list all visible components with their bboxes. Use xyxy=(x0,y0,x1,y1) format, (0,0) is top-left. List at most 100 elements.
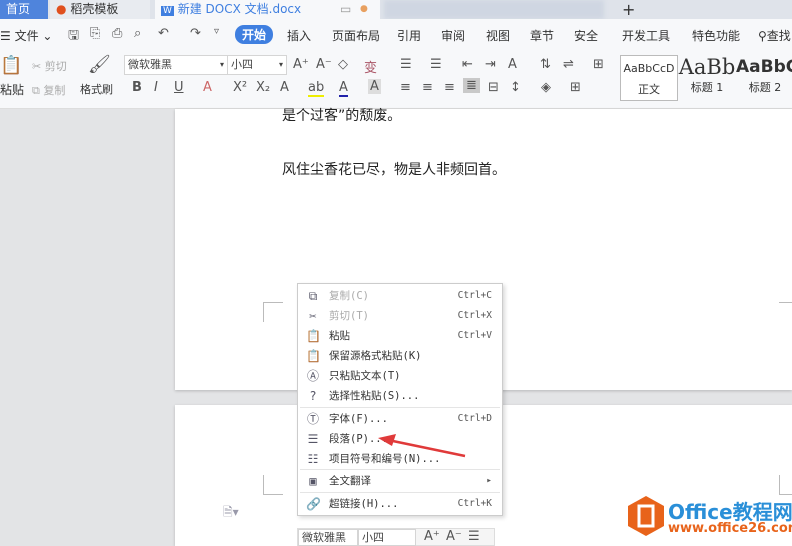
new-tab-button[interactable]: + xyxy=(616,0,635,19)
menu-item-label: 保留源格式粘贴(K) xyxy=(329,350,422,362)
font-value: 微软雅黑 xyxy=(128,58,172,71)
table-icon[interactable]: ⊞ xyxy=(593,57,604,72)
export-icon[interactable]: ⎘ xyxy=(90,26,100,41)
file-menu[interactable]: ☰ 文件 ⌄ xyxy=(0,27,52,44)
translate-icon: ▣ xyxy=(309,474,317,488)
context-menu-item[interactable]: Ⓣ 字体(F)... Ctrl+D xyxy=(298,409,502,429)
align-center-icon[interactable]: ≡ xyxy=(422,80,433,95)
line-spacing-icon[interactable]: ↕ xyxy=(510,80,521,95)
menu-item-shortcut: Ctrl+V xyxy=(457,330,492,341)
highlight-icon[interactable]: ab xyxy=(308,80,325,97)
bold-icon[interactable]: B xyxy=(132,80,142,95)
shrink-font-icon[interactable]: A⁻ xyxy=(316,57,332,72)
tab-blurred[interactable] xyxy=(384,0,604,19)
copy-icon: ⧉ xyxy=(308,289,318,303)
tab-special-features[interactable]: 特色功能 xyxy=(692,27,740,44)
tab-review[interactable]: 审阅 xyxy=(441,27,465,44)
tab-template[interactable]: ● 稻壳模板 xyxy=(50,0,150,19)
tab-references[interactable]: 引用 xyxy=(397,27,421,44)
numbering-icon[interactable]: ☰ xyxy=(430,57,442,72)
paragraph-text[interactable]: 是个过客”的颓废。 xyxy=(282,105,401,125)
grow-font-icon[interactable]: A⁺ xyxy=(424,529,440,544)
save-icon[interactable]: 🖫 xyxy=(68,26,79,48)
page-options-icon[interactable]: 🗎▾ xyxy=(223,503,239,524)
context-menu-item[interactable]: ▣ 全文翻译 ▸ xyxy=(298,471,502,491)
file-label: 文件 xyxy=(14,29,39,43)
bullets-icon[interactable]: ☰ xyxy=(400,57,412,72)
margin-corner-mark xyxy=(779,302,792,322)
search-button[interactable]: ⚲查找 xyxy=(758,27,791,44)
tab-chapter[interactable]: 章节 xyxy=(530,27,554,44)
tab-home-ribbon[interactable]: 开始 xyxy=(235,25,274,44)
style-heading-2[interactable]: AaBbC 标题 2 xyxy=(736,55,792,101)
paragraph-text[interactable]: 风住尘香花已尽，物是人非频回首。 xyxy=(282,159,506,179)
underline-icon[interactable]: U xyxy=(174,80,184,95)
grow-font-icon[interactable]: A⁺ xyxy=(293,57,309,72)
tab-developer[interactable]: 开发工具 xyxy=(622,27,670,44)
redo-icon[interactable]: ↷ xyxy=(190,26,201,41)
superscript-icon[interactable]: X² xyxy=(233,80,247,95)
tab-home[interactable]: 首页 xyxy=(0,0,48,19)
align-left-icon[interactable]: ≡ xyxy=(400,80,411,95)
margin-corner-mark xyxy=(263,475,283,495)
print-preview-icon[interactable]: ⌕ xyxy=(134,26,141,41)
context-menu-item[interactable]: 🔗 超链接(H)... Ctrl+K xyxy=(298,494,502,514)
strikethrough-icon[interactable]: A xyxy=(203,80,212,95)
align-right-icon[interactable]: ≡ xyxy=(444,80,455,95)
distributed-icon[interactable]: ⊟ xyxy=(488,80,499,95)
sort-icon[interactable]: ⇅ xyxy=(540,57,551,72)
mini-size-select[interactable]: 小四 xyxy=(358,529,416,546)
clear-format-icon[interactable]: ◇ xyxy=(338,57,348,72)
menu-item-label: 全文翻译 xyxy=(329,475,371,487)
subscript-icon[interactable]: X₂ xyxy=(256,80,270,95)
shading-icon[interactable]: ◈ xyxy=(541,80,551,95)
char-shading-icon[interactable]: A xyxy=(368,79,381,94)
font-color-icon[interactable]: A xyxy=(339,80,348,97)
paste-icon[interactable]: 📋 xyxy=(0,55,22,76)
increase-indent-icon[interactable]: ⇥ xyxy=(485,57,496,72)
context-menu-item[interactable]: ⧉ 复制(C) Ctrl+C xyxy=(298,286,502,306)
format-painter-button[interactable]: 格式刷 xyxy=(80,81,113,97)
font-family-select[interactable]: 微软雅黑 ▾ xyxy=(124,55,228,75)
show-marks-icon[interactable]: ⇌ xyxy=(563,57,574,72)
context-menu-item[interactable]: Ⓐ 只粘贴文本(T) xyxy=(298,366,502,386)
line-spacing-icon[interactable]: ☰ xyxy=(468,529,480,544)
tab-view[interactable]: 视图 xyxy=(486,27,510,44)
search-label: 查找 xyxy=(766,29,791,43)
mini-font-select[interactable]: 微软雅黑 xyxy=(298,529,358,546)
decrease-indent-icon[interactable]: ⇤ xyxy=(462,57,473,72)
font-size-select[interactable]: 小四 ▾ xyxy=(227,55,287,75)
style-normal[interactable]: AaBbCcD 正文 xyxy=(620,55,678,101)
quick-access-dropdown-icon[interactable]: ▿ xyxy=(214,26,219,37)
print-icon[interactable]: ⎙ xyxy=(112,26,122,41)
menu-item-label: 剪切(T) xyxy=(329,310,369,322)
chinese-layout-icon[interactable]: A xyxy=(508,57,517,72)
cut-button[interactable]: ✂ 剪切 xyxy=(32,58,67,74)
phonetic-icon[interactable]: 变 xyxy=(364,57,377,76)
borders-icon[interactable]: ⊞ xyxy=(570,80,581,95)
tab-page-layout[interactable]: 页面布局 xyxy=(332,27,380,44)
text-effect-icon[interactable]: A xyxy=(280,80,289,95)
context-menu-item[interactable]: 📋 粘贴 Ctrl+V xyxy=(298,326,502,346)
tab-bar: 首页 ● 稻壳模板 W 新建 DOCX 文档.docx ▭ ● + xyxy=(0,0,792,19)
paragraph-icon: ☰ xyxy=(307,432,319,446)
context-menu-item[interactable]: ? 选择性粘贴(S)... xyxy=(298,386,502,406)
context-menu-item[interactable]: ✂ 剪切(T) Ctrl+X xyxy=(298,306,502,326)
watermark-url: www.office26.com xyxy=(668,521,792,536)
tab-document[interactable]: W 新建 DOCX 文档.docx ▭ ● xyxy=(155,0,380,19)
copy-button[interactable]: ⧉ 复制 xyxy=(32,82,65,98)
font-value: 微软雅黑 xyxy=(302,531,346,544)
context-menu-item[interactable]: 📋 保留源格式粘贴(K) xyxy=(298,346,502,366)
undo-icon[interactable]: ↶ xyxy=(158,26,169,41)
style-heading-1[interactable]: AaBb 标题 1 xyxy=(678,55,736,101)
menu-bar: ☰ 文件 ⌄ 🖫 ⎘ ⎙ ⌕ ↶ ↷ ▿ 开始 插入 页面布局 引用 审阅 视图… xyxy=(0,19,792,51)
justify-icon[interactable]: ≣ xyxy=(463,78,480,93)
tab-security[interactable]: 安全 xyxy=(574,27,598,44)
paste-button[interactable]: 粘贴 xyxy=(0,81,24,98)
format-painter-icon[interactable]: 🖌 xyxy=(88,54,111,75)
tab-insert[interactable]: 插入 xyxy=(287,27,311,44)
menu-item-shortcut: Ctrl+K xyxy=(457,498,492,509)
unsaved-dot-icon: ● xyxy=(360,4,368,14)
shrink-font-icon[interactable]: A⁻ xyxy=(446,529,462,544)
italic-icon[interactable]: I xyxy=(154,80,158,95)
